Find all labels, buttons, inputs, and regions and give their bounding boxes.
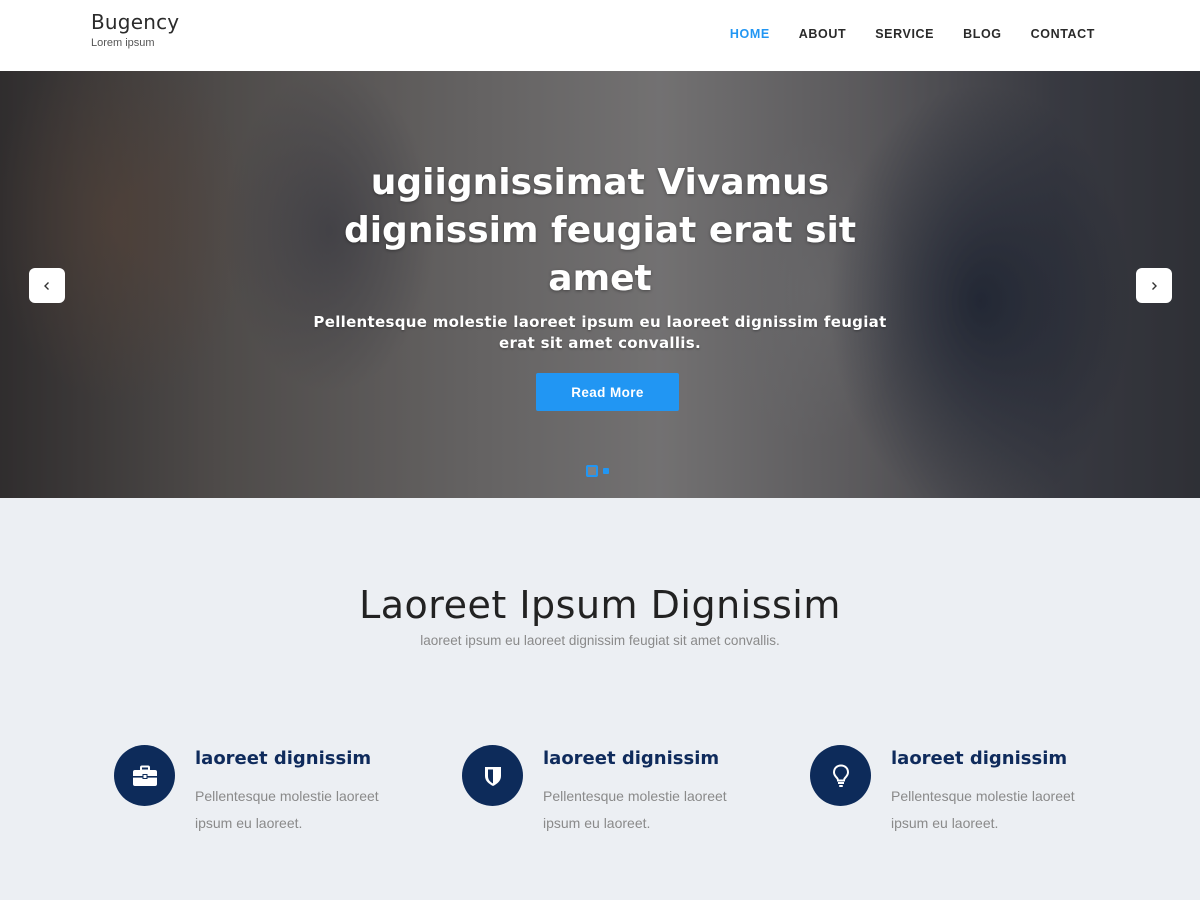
feature-icon-circle [462,745,523,806]
feature-title: laoreet dignissim [891,748,1068,769]
feature-item: laoreet dignissim Pellentesque molestie … [114,745,434,855]
feature-text: Pellentesque molestie laoreet ipsum eu l… [543,788,727,831]
brand-logo[interactable]: Bugency Lorem ipsum [91,9,179,50]
chevron-left-icon [44,281,49,290]
nav-service[interactable]: SERVICE [875,27,934,41]
feature-icon-circle [810,745,871,806]
section-subtitle: laoreet ipsum eu laoreet dignissim feugi… [420,633,780,648]
read-more-button[interactable]: Read More [536,373,679,411]
slider-prev-button[interactable] [29,268,65,303]
hero-slider: ugiignissimat Vivamus dignissim feugiat … [0,71,1200,498]
feature-text: Pellentesque molestie laoreet ipsum eu l… [891,788,1075,831]
feature-title: laoreet dignissim [543,748,720,769]
feature-title: laoreet dignissim [195,748,372,769]
slider-dot-2[interactable] [603,468,609,474]
site-header: Bugency Lorem ipsum HOME ABOUT SERVICE B… [0,0,1200,71]
slider-dot-1[interactable] [586,465,598,477]
shield-icon [484,766,501,786]
brand-name: Bugency [91,10,180,34]
nav-about[interactable]: ABOUT [799,27,846,41]
feature-icon-circle [114,745,175,806]
slider-dots [586,465,609,477]
lightbulb-icon [832,763,849,787]
nav-blog[interactable]: BLOG [963,27,1002,41]
slider-next-button[interactable] [1136,268,1172,303]
hero-subtitle: Pellentesque molestie laoreet ipsum eu l… [313,313,887,352]
section-title: Laoreet Ipsum Dignissim [359,583,841,627]
hero-title: ugiignissimat Vivamus dignissim feugiat … [343,162,857,299]
main-nav: HOME ABOUT SERVICE BLOG CONTACT [701,27,1095,41]
chevron-right-icon [1152,281,1157,290]
nav-contact[interactable]: CONTACT [1031,27,1095,41]
feature-item: laoreet dignissim Pellentesque molestie … [810,745,1130,855]
feature-text: Pellentesque molestie laoreet ipsum eu l… [195,788,379,831]
brand-tagline: Lorem ipsum [91,37,155,49]
feature-item: laoreet dignissim Pellentesque molestie … [462,745,782,855]
briefcase-icon [132,765,157,786]
nav-home[interactable]: HOME [730,27,770,41]
